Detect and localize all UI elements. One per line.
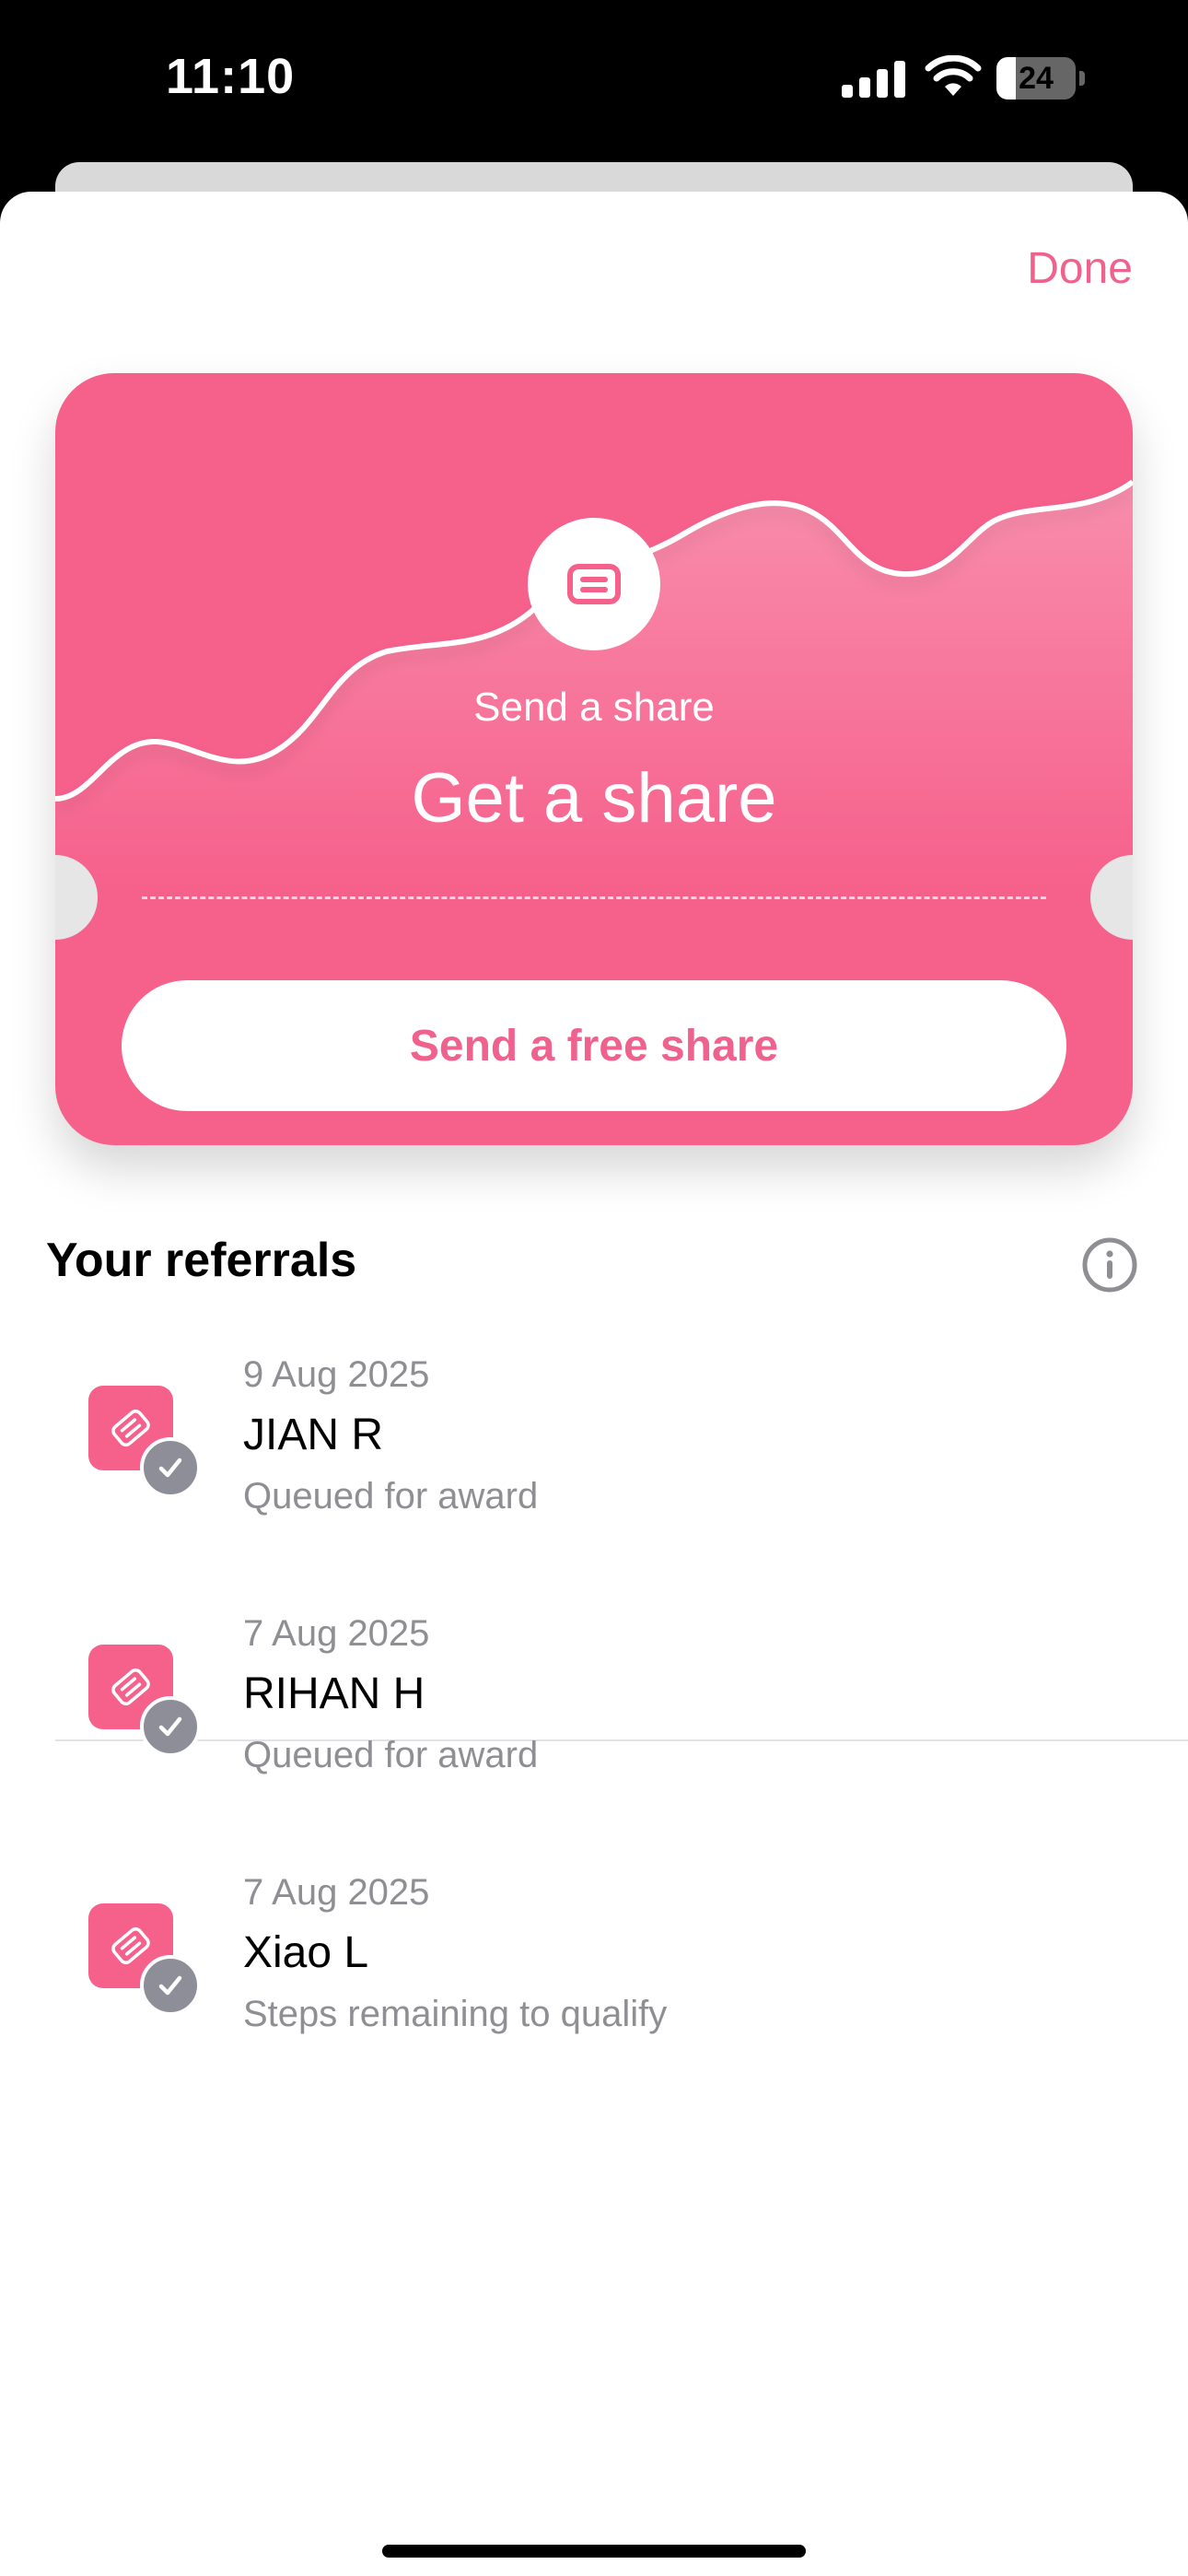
cellular-signal-icon — [842, 61, 905, 98]
referral-name: RIHAN H — [243, 1669, 425, 1718]
referral-share-icon — [88, 1903, 201, 2016]
battery-icon: 24 — [996, 55, 1089, 103]
done-button[interactable]: Done — [1027, 243, 1133, 294]
referral-list-item[interactable]: 7 Aug 2025 Xiao L Steps remaining to qua… — [0, 1833, 1188, 2064]
referral-list-item[interactable]: 9 Aug 2025 JIAN R Queued for award — [0, 1316, 1188, 1546]
send-share-subtitle: Send a share — [473, 685, 715, 730]
info-icon[interactable] — [1081, 1236, 1138, 1294]
referral-status: Queued for award — [243, 1735, 539, 1775]
referral-name: Xiao L — [243, 1928, 369, 1977]
referral-sheet: Done Send a share Get a share Send a fre… — [0, 192, 1188, 2576]
home-indicator[interactable] — [382, 2545, 806, 2558]
referral-list-item[interactable]: 7 Aug 2025 RIHAN H Queued for award — [0, 1575, 1188, 1805]
referral-share-icon — [88, 1386, 201, 1498]
get-share-title: Get a share — [411, 759, 777, 837]
send-free-share-button[interactable]: Send a free share — [122, 980, 1066, 1111]
check-badge-icon — [140, 1955, 201, 2016]
status-time: 11:10 — [166, 49, 296, 104]
share-ticket-icon — [567, 564, 621, 604]
battery-percentage: 24 — [1019, 61, 1054, 96]
wifi-icon — [925, 55, 982, 96]
referral-date: 7 Aug 2025 — [243, 1872, 430, 1913]
referral-status: Steps remaining to qualify — [243, 1994, 668, 2034]
share-badge — [528, 518, 660, 650]
status-bar: 11:10 24 — [0, 0, 1188, 161]
check-badge-icon — [140, 1437, 201, 1498]
referral-ticket-card: Send a share Get a share Send a free sha… — [55, 373, 1133, 1145]
referral-status: Queued for award — [243, 1476, 539, 1516]
referral-date: 9 Aug 2025 — [243, 1354, 430, 1395]
referral-share-icon — [88, 1645, 201, 1757]
referral-name: JIAN R — [243, 1411, 384, 1459]
ticket-perforation — [142, 896, 1046, 899]
check-badge-icon — [140, 1696, 201, 1757]
referrals-heading: Your referrals — [46, 1234, 357, 1287]
referral-date: 7 Aug 2025 — [243, 1613, 430, 1654]
